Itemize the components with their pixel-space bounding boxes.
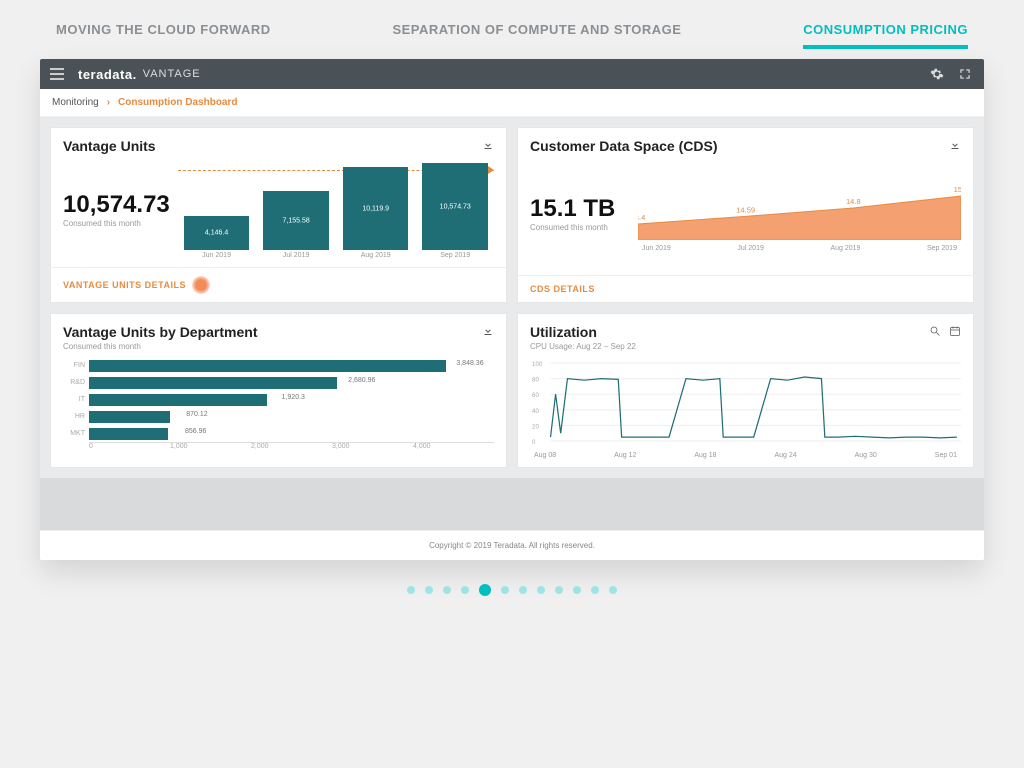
brand-logo: teradata. [78,67,137,82]
svg-text:20: 20 [532,424,539,430]
carousel-dot[interactable] [479,584,491,596]
carousel-dot[interactable] [573,586,581,594]
details-link[interactable]: VANTAGE UNITS DETAILS [63,280,186,290]
carousel-dot[interactable] [425,586,433,594]
bar: 1,920.3 [89,394,267,406]
metric-block: 10,574.73 Consumed this month [63,160,170,259]
utilization-linechart: 020406080100 Aug 08Aug 12Aug 18Aug 24Aug… [530,357,961,459]
bar: 856.96 [89,428,168,440]
card-title: Vantage Units [63,138,156,154]
tab-bar: MOVING THE CLOUD FORWARD SEPARATION OF C… [0,0,1024,59]
card-title: Utilization [530,324,636,340]
zoom-icon[interactable] [929,324,941,336]
breadcrumb: Monitoring › Consumption Dashboard [40,89,984,117]
carousel-dot[interactable] [443,586,451,594]
svg-text:14.59: 14.59 [736,206,755,215]
metric-block: 15.1 TB Consumed this month [530,160,630,267]
bar: 4,146.4 [184,216,250,250]
carousel-dots [0,586,1024,596]
tab-consumption-pricing[interactable]: CONSUMPTION PRICING [803,22,968,49]
carousel-dot[interactable] [591,586,599,594]
details-link[interactable]: CDS DETAILS [530,284,595,294]
carousel-dot[interactable] [501,586,509,594]
card-title: Vantage Units by Department [63,324,258,340]
fullscreen-icon[interactable] [956,65,974,83]
settings-icon[interactable] [928,65,946,83]
vantage-units-barchart: 4,146.47,155.5810,119.910,574.73 Jun 201… [178,160,494,259]
carousel-dot[interactable] [519,586,527,594]
svg-text:0: 0 [532,440,536,446]
svg-text:80: 80 [532,378,539,384]
carousel-dot[interactable] [555,586,563,594]
svg-text:60: 60 [532,393,539,399]
bar: 3,848.36 [89,360,446,372]
download-icon[interactable] [482,138,494,150]
card-subtitle: CPU Usage: Aug 22 – Sep 22 [530,342,636,351]
empty-area [40,478,984,530]
dept-hbarchart: FIN3,848.36R&D2,680.96IT1,920.3HR870.12M… [63,357,494,459]
bar: 2,680.96 [89,377,337,389]
svg-text:100: 100 [532,362,543,368]
bar: 870.12 [89,411,170,423]
carousel-dot[interactable] [407,586,415,594]
chevron-right-icon: › [107,97,110,108]
svg-text:14.4: 14.4 [638,213,645,222]
svg-text:14.8: 14.8 [846,197,861,206]
carousel-dot[interactable] [461,586,469,594]
app-window: teradata. VANTAGE Monitoring › Consumpti… [40,59,984,560]
download-icon[interactable] [482,324,494,336]
highlight-dot-icon [192,276,210,294]
brand-product: VANTAGE [143,68,201,80]
svg-text:40: 40 [532,409,539,415]
card-subtitle: Consumed this month [63,342,258,351]
carousel-dot[interactable] [537,586,545,594]
breadcrumb-current: Consumption Dashboard [118,97,237,108]
footer-copyright: Copyright © 2019 Teradata. All rights re… [40,530,984,560]
metric-value: 10,574.73 [63,191,170,219]
bar: 10,574.73 [422,163,488,250]
tab-compute-storage[interactable]: SEPARATION OF COMPUTE AND STORAGE [392,22,681,49]
cds-areachart: 14.414.5914.815.1 Jun 2019Jul 2019Aug 20… [638,160,961,267]
bar: 10,119.9 [343,167,409,250]
svg-text:15.1: 15.1 [954,185,961,194]
calendar-icon[interactable] [949,324,961,336]
metric-sub: Consumed this month [530,223,630,232]
menu-icon[interactable] [50,68,72,80]
card-vantage-units: Vantage Units 10,574.73 Consumed this mo… [50,127,507,303]
card-vu-by-dept: Vantage Units by Department Consumed thi… [50,313,507,468]
carousel-dot[interactable] [609,586,617,594]
metric-sub: Consumed this month [63,219,170,228]
tab-cloud-forward[interactable]: MOVING THE CLOUD FORWARD [56,22,271,49]
download-icon[interactable] [949,138,961,150]
app-topbar: teradata. VANTAGE [40,59,984,89]
metric-value: 15.1 TB [530,195,630,223]
bar: 7,155.58 [263,191,329,250]
card-utilization: Utilization CPU Usage: Aug 22 – Sep 22 0… [517,313,974,468]
breadcrumb-root[interactable]: Monitoring [52,97,99,108]
card-title: Customer Data Space (CDS) [530,138,718,154]
dashboard-grid: Vantage Units 10,574.73 Consumed this mo… [40,117,984,478]
card-cds: Customer Data Space (CDS) 15.1 TB Consum… [517,127,974,303]
